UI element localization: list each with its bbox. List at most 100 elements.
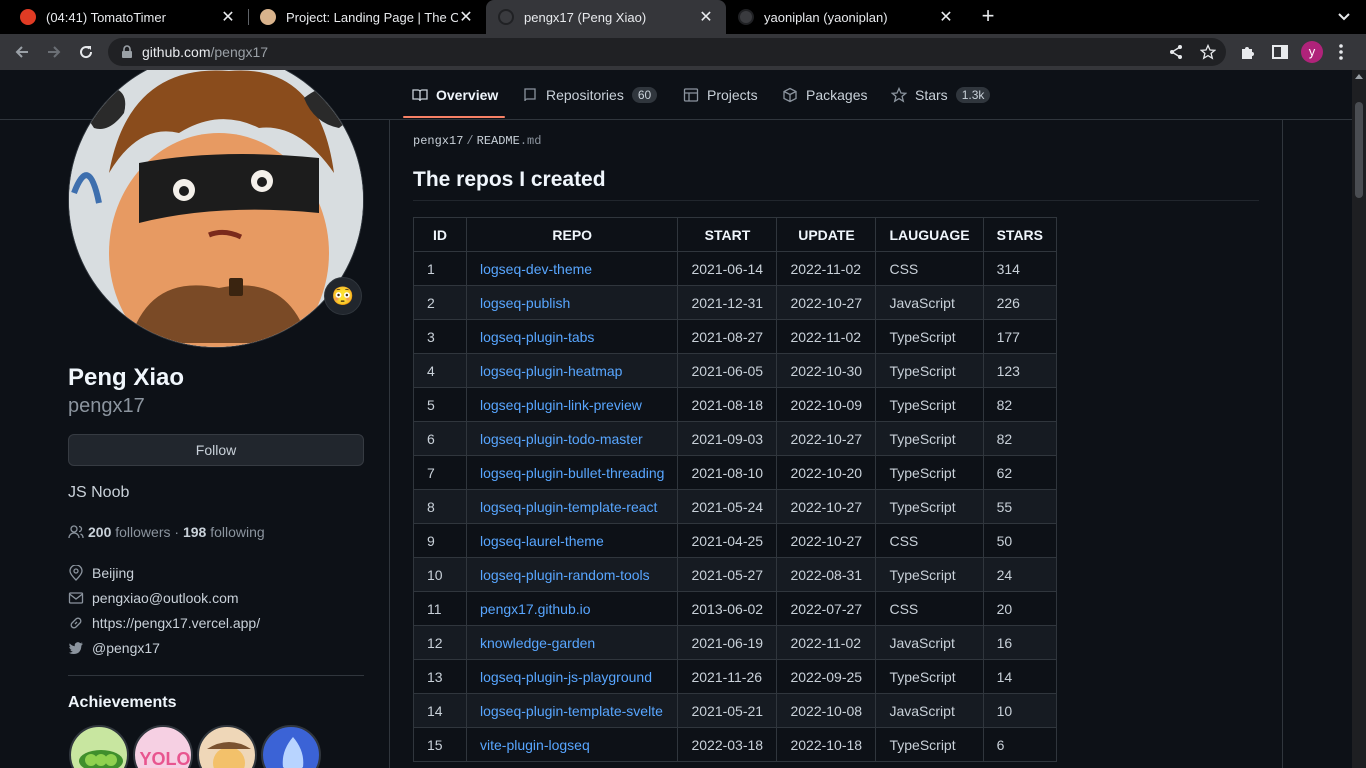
repo-name-cell: logseq-plugin-template-react <box>465 489 679 524</box>
book-icon <box>412 89 428 102</box>
repo-link[interactable]: logseq-publish <box>480 295 570 311</box>
repo-link[interactable]: pengx17.github.io <box>480 601 591 617</box>
repo-name-cell: logseq-plugin-link-preview <box>465 387 679 422</box>
tab-yaoniplan[interactable]: yaoniplan (yaoniplan) ✕ <box>726 0 966 34</box>
start-date-cell: 2021-09-03 <box>677 421 778 456</box>
share-icon[interactable] <box>1168 44 1184 60</box>
tab-overview[interactable]: Overview <box>412 80 498 110</box>
language-cell: TypeScript <box>875 353 984 388</box>
tab-tomatotimer[interactable]: (04:41) TomatoTimer ✕ <box>8 0 248 34</box>
repos-table-body: 1 logseq-dev-theme 2021-06-14 2022-11-02 CSS… <box>413 251 1058 762</box>
start-date-cell: 2021-05-21 <box>677 693 778 728</box>
tab-pengx17[interactable]: pengx17 (Peng Xiao) ✕ <box>486 0 726 34</box>
achievement-pull-shark-badge[interactable] <box>261 725 321 768</box>
scroll-up-arrow-icon[interactable] <box>1355 74 1363 79</box>
achievement-yolo-badge[interactable]: YOLO <box>133 725 193 768</box>
repo-link[interactable]: logseq-plugin-template-react <box>480 499 657 515</box>
update-date-cell: 2022-10-08 <box>776 693 877 728</box>
update-date-cell: 2022-10-27 <box>776 523 877 558</box>
follow-button[interactable]: Follow <box>68 434 364 466</box>
repo-link[interactable]: knowledge-garden <box>480 635 595 651</box>
avatar-illustration <box>69 70 363 347</box>
tab-label: Overview <box>436 87 499 103</box>
readme-file-link[interactable]: README.md <box>477 134 542 148</box>
extensions-puzzle-icon[interactable] <box>1238 42 1258 62</box>
start-date-cell: 2021-06-05 <box>677 353 778 388</box>
followers-link[interactable]: 200 followers <box>88 524 171 540</box>
forward-button[interactable] <box>42 40 66 64</box>
start-date-cell: 2013-06-02 <box>677 591 778 626</box>
repo-name-cell: logseq-plugin-tabs <box>465 319 679 354</box>
tab-title: pengx17 (Peng Xiao) <box>524 9 647 25</box>
back-button[interactable] <box>10 40 34 64</box>
stars-cell: 123 <box>982 353 1058 388</box>
email-link[interactable]: pengxiao@outlook.com <box>92 590 239 606</box>
close-icon[interactable]: ✕ <box>698 7 714 27</box>
achievements-heading[interactable]: Achievements <box>68 694 177 712</box>
side-panel-icon[interactable] <box>1270 42 1290 62</box>
profile-avatar[interactable]: y <box>1301 41 1323 63</box>
tab-stars[interactable]: Stars 1.3k <box>891 80 991 110</box>
location-pin-icon <box>69 565 83 581</box>
repo-link[interactable]: logseq-plugin-todo-master <box>480 431 643 447</box>
twitter-link[interactable]: @pengx17 <box>92 640 160 656</box>
tab-repositories[interactable]: Repositories 60 <box>522 80 658 110</box>
following-link[interactable]: 198 following <box>183 524 265 540</box>
repo-link[interactable]: logseq-plugin-random-tools <box>480 567 650 583</box>
readme-owner-link[interactable]: pengx17 <box>413 134 463 148</box>
stars-cell: 24 <box>982 557 1058 592</box>
start-date-cell: 2022-03-18 <box>677 727 778 762</box>
lock-icon[interactable] <box>120 45 134 59</box>
address-bar[interactable]: github.com/pengx17 <box>108 38 1226 66</box>
arrow-right-icon <box>48 46 61 58</box>
repo-link[interactable]: logseq-plugin-template-svelte <box>480 703 663 719</box>
achievement-quickdraw-badge[interactable] <box>197 725 257 768</box>
star-icon <box>891 87 907 103</box>
table-row: 8 logseq-plugin-template-react 2021-05-24 2… <box>413 489 1058 524</box>
menu-kebab-icon[interactable] <box>1338 43 1344 61</box>
stars-cell: 16 <box>982 625 1058 660</box>
avatar[interactable] <box>68 70 364 348</box>
close-icon[interactable]: ✕ <box>220 7 236 27</box>
status-emoji-button[interactable]: 😳 <box>324 277 362 315</box>
page-scrollbar[interactable] <box>1352 70 1366 768</box>
update-date-cell: 2022-10-27 <box>776 421 877 456</box>
table-row: 6 logseq-plugin-todo-master 2021-09-03 2022… <box>413 421 1058 456</box>
tab-search-button[interactable] <box>1334 7 1354 27</box>
repo-id-cell: 4 <box>413 353 467 388</box>
tab-projects[interactable]: Projects <box>683 80 758 110</box>
table-row: 5 logseq-plugin-link-preview 2021-08-18 202… <box>413 387 1058 422</box>
new-tab-button[interactable]: + <box>976 4 1000 28</box>
followers-summary: 200 followers · 198 following <box>68 524 265 540</box>
stars-cell: 50 <box>982 523 1058 558</box>
repo-link[interactable]: logseq-dev-theme <box>480 261 592 277</box>
tab-odin-project[interactable]: Project: Landing Page | The Odin Project… <box>248 0 486 34</box>
repo-link[interactable]: logseq-plugin-js-playground <box>480 669 652 685</box>
table-row: 13 logseq-plugin-js-playground 2021-11-26 2… <box>413 659 1058 694</box>
readme-file-name: README <box>476 134 520 148</box>
table-row: 12 knowledge-garden 2021-06-19 2022-11-02 Ja… <box>413 625 1058 660</box>
yolo-icon: YOLO <box>139 749 190 768</box>
stars-cell: 82 <box>982 387 1058 422</box>
repo-link[interactable]: logseq-laurel-theme <box>480 533 604 549</box>
repos-table: ID REPO START UPDATE LAUGUAGE STARS 1 log… <box>413 217 1058 762</box>
repo-link[interactable]: logseq-plugin-tabs <box>480 329 594 345</box>
repo-name-cell: logseq-plugin-template-svelte <box>465 693 679 728</box>
stars-cell: 6 <box>982 727 1058 762</box>
repo-link[interactable]: vite-plugin-logseq <box>480 737 590 753</box>
close-icon[interactable]: ✕ <box>938 7 954 27</box>
website-item: https://pengx17.vercel.app/ <box>68 615 260 631</box>
website-link[interactable]: https://pengx17.vercel.app/ <box>92 615 260 631</box>
tab-packages[interactable]: Packages <box>782 80 867 110</box>
repo-link[interactable]: logseq-plugin-heatmap <box>480 363 622 379</box>
achievement-pair-extraordinaire-badge[interactable] <box>69 725 129 768</box>
table-row: 9 logseq-laurel-theme 2021-04-25 2022-10-27… <box>413 523 1058 558</box>
bookmark-star-icon[interactable] <box>1200 44 1216 60</box>
start-date-cell: 2021-11-26 <box>677 659 778 694</box>
close-icon[interactable]: ✕ <box>458 7 474 27</box>
scrollbar-thumb[interactable] <box>1355 102 1363 198</box>
reload-button[interactable] <box>74 40 98 64</box>
repo-link[interactable]: logseq-plugin-bullet-threading <box>480 465 664 481</box>
repo-link[interactable]: logseq-plugin-link-preview <box>480 397 642 413</box>
update-date-cell: 2022-10-09 <box>776 387 877 422</box>
